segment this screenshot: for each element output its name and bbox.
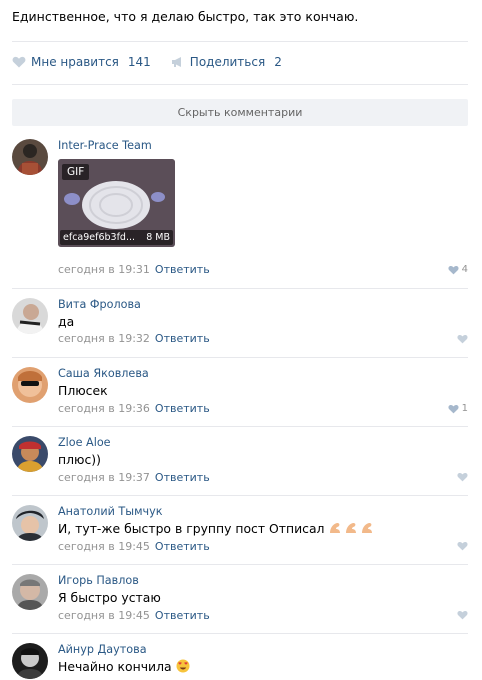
avatar[interactable] — [12, 298, 48, 334]
comment-text-content: Нечайно кончила — [58, 659, 172, 674]
divider — [12, 495, 468, 496]
comment-like-button[interactable]: 1 — [448, 403, 468, 414]
divider — [12, 41, 468, 42]
comment-like-count: 1 — [461, 403, 468, 414]
comment-text: И, тут-же быстро в группу пост Отписал — [58, 521, 376, 536]
reply-button[interactable]: Ответить — [155, 263, 210, 276]
heart-icon — [448, 404, 459, 413]
comment-text-content: И, тут-же быстро в группу пост Отписал — [58, 521, 325, 536]
post-text: Единственное, что я делаю быстро, так эт… — [12, 9, 359, 24]
share-count: 2 — [274, 55, 282, 69]
comment-time[interactable]: сегодня в 19:45 — [58, 540, 150, 553]
comment-like-button[interactable] — [457, 472, 468, 482]
like-label: Мне нравится — [31, 55, 119, 69]
divider — [12, 633, 468, 634]
divider — [12, 357, 468, 358]
comment: Вита Фролова да сегодня в 19:32 Ответить — [12, 298, 468, 358]
reply-button[interactable]: Ответить — [155, 609, 210, 622]
comment-like-count: 4 — [461, 264, 468, 275]
avatar[interactable] — [12, 505, 48, 541]
heart-icon — [457, 610, 468, 620]
heart-icon — [457, 472, 468, 482]
comment-text: плюс)) — [58, 452, 101, 467]
reply-button[interactable]: Ответить — [155, 402, 210, 415]
reply-button[interactable]: Ответить — [155, 471, 210, 484]
comment-time[interactable]: сегодня в 19:36 — [58, 402, 150, 415]
comment-like-button[interactable] — [457, 610, 468, 620]
avatar[interactable] — [12, 574, 48, 610]
megaphone-icon — [171, 57, 181, 67]
heart-icon — [448, 265, 459, 274]
like-count: 141 — [127, 55, 151, 69]
comment: Zloe Aloe плюс)) сегодня в 19:37 Ответить — [12, 436, 468, 496]
comment: Анатолий Тымчук И, тут-же быстро в групп… — [12, 505, 468, 565]
comment-meta: сегодня в 19:45 Ответить — [58, 540, 210, 553]
comment: Саша Яковлева Плюсек сегодня в 19:36 Отве… — [12, 367, 468, 427]
reply-button[interactable]: Ответить — [155, 332, 210, 345]
comment-author[interactable]: Вита Фролова — [58, 298, 141, 311]
comment: Айнур Даутова Нечайно кончила — [12, 643, 468, 680]
comment-meta: сегодня в 19:45 Ответить — [58, 609, 210, 622]
share-label: Поделиться — [189, 55, 266, 69]
divider — [12, 426, 468, 427]
comment-author[interactable]: Zloe Aloe — [58, 436, 111, 449]
divider — [12, 288, 468, 289]
gif-file-size: 8 MB — [146, 232, 170, 243]
hide-comments-button[interactable]: Скрыть комментарии — [12, 99, 468, 126]
comment-text: Нечайно кончила — [58, 659, 190, 674]
avatar[interactable] — [12, 436, 48, 472]
comment-text: да — [58, 314, 75, 329]
comment: Inter-Prace Team GIF efca9ef6b3fd... 8 M… — [12, 139, 468, 289]
comment-author[interactable]: Анатолий Тымчук — [58, 505, 163, 518]
comment-like-button[interactable] — [457, 541, 468, 551]
comment-text: Я быстро устаю — [58, 590, 161, 605]
divider — [12, 84, 468, 85]
avatar[interactable] — [12, 367, 48, 403]
share-button[interactable]: Поделиться 2 — [171, 55, 282, 69]
gif-file-name: efca9ef6b3fd... — [63, 232, 136, 243]
comment-like-button[interactable]: 4 — [448, 264, 468, 275]
heart-icon — [457, 334, 468, 344]
comment-author[interactable]: Айнур Даутова — [58, 643, 147, 656]
comment-author[interactable]: Игорь Павлов — [58, 574, 139, 587]
heart-icon — [12, 56, 26, 68]
gif-attachment[interactable]: GIF efca9ef6b3fd... 8 MB — [58, 159, 175, 247]
heart-eyes-emoji-icon — [176, 659, 190, 673]
divider — [12, 564, 468, 565]
comment-like-button[interactable] — [457, 334, 468, 344]
reply-button[interactable]: Ответить — [155, 540, 210, 553]
heart-icon — [457, 541, 468, 551]
comment: Игорь Павлов Я быстро устаю сегодня в 19… — [12, 574, 468, 634]
comment-meta: сегодня в 19:36 Ответить — [58, 402, 210, 415]
comment-meta: сегодня в 19:32 Ответить — [58, 332, 210, 345]
comment-author[interactable]: Саша Яковлева — [58, 367, 149, 380]
post-actions: Мне нравится 141 Поделиться 2 — [12, 54, 294, 70]
gif-file-info: efca9ef6b3fd... 8 MB — [60, 230, 173, 245]
comment-author[interactable]: Inter-Prace Team — [58, 139, 152, 152]
comment-meta: сегодня в 19:31 Ответить — [58, 263, 210, 276]
avatar[interactable] — [12, 643, 48, 679]
comment-time[interactable]: сегодня в 19:32 — [58, 332, 150, 345]
comment-text: Плюсек — [58, 383, 108, 398]
avatar[interactable] — [12, 139, 48, 175]
comment-time[interactable]: сегодня в 19:37 — [58, 471, 150, 484]
flexed-biceps-emoji-icon — [330, 523, 373, 533]
comment-time[interactable]: сегодня в 19:45 — [58, 609, 150, 622]
like-button[interactable]: Мне нравится 141 — [12, 55, 151, 69]
gif-badge: GIF — [62, 164, 90, 180]
comment-meta: сегодня в 19:37 Ответить — [58, 471, 210, 484]
comment-time[interactable]: сегодня в 19:31 — [58, 263, 150, 276]
